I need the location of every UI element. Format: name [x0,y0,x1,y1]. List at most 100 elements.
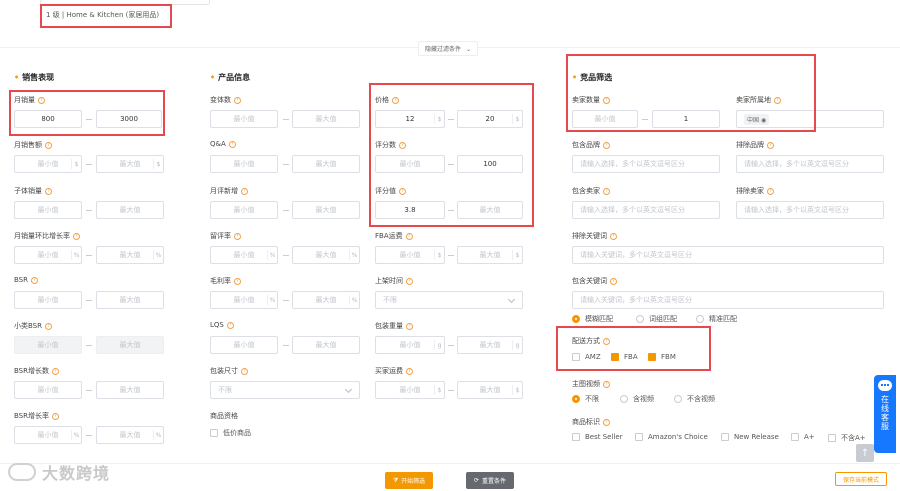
help-icon[interactable]: ? [603,418,610,426]
child-sales-max[interactable]: 最大值 [96,201,164,219]
package-weight-max[interactable]: 最大值 g [457,336,523,354]
help-icon[interactable]: ? [234,232,241,240]
help-icon[interactable]: ? [52,367,59,375]
checkbox-icon [721,433,729,441]
start-filter-button[interactable]: ⧩ 开始筛选 [385,472,433,489]
help-icon[interactable]: ? [610,277,617,285]
help-icon[interactable]: ? [405,232,413,240]
tag-best-seller[interactable]: Best Seller [572,433,623,441]
help-icon[interactable]: ? [234,96,241,104]
checkbox-icon [210,429,218,437]
buyer-shipping-max[interactable]: 最大值 $ [457,381,523,399]
package-weight-min[interactable]: 最小值 g [375,336,445,354]
sales-growth-min[interactable]: 最小值% [14,246,82,264]
variants-min[interactable]: 最小值 [210,110,278,128]
include-keywords-input[interactable]: 请输入关键词，多个以英文逗号区分 [572,291,884,309]
bsr-growth-count-max[interactable]: 最大值 [96,381,164,399]
help-icon[interactable]: ? [226,321,234,329]
low-price-checkbox[interactable]: 低价商品 [210,428,251,438]
fba-fee-min[interactable]: 最小值 $ [375,246,445,264]
label-package-weight: 包装重量? [375,321,413,331]
exclude-brand-input[interactable]: 请输入选择，多个以英文逗号区分 [736,155,884,173]
help-icon[interactable]: ? [603,380,610,388]
gross-margin-min[interactable]: 最小值% [210,291,278,309]
checkbox-icon [791,433,799,441]
chevron-down-icon [344,385,353,394]
help-icon[interactable]: ? [767,187,774,195]
match-mode-phrase[interactable]: 词组匹配 [636,314,677,324]
qa-max[interactable]: 最大值 [292,155,360,173]
radio-icon [636,315,644,323]
refresh-icon: ⟳ [473,477,479,484]
tag-amazons-choice[interactable]: Amazon's Choice [635,433,708,441]
sub-bsr-min[interactable]: 最小值 [14,336,82,354]
arrow-up-icon: ↑ [860,447,870,459]
checkbox-icon [635,433,643,441]
monthly-revenue-max[interactable]: 最大值 $ [96,155,164,173]
include-seller-input[interactable]: 请输入选择，多个以英文逗号区分 [572,201,720,219]
help-icon[interactable]: ? [406,277,413,285]
monthly-new-reviews-max[interactable]: 最大值 [292,201,360,219]
sub-bsr-max[interactable]: 最大值 [96,336,164,354]
buyer-shipping-min[interactable]: 最小值 $ [375,381,445,399]
help-icon[interactable]: ? [234,277,241,285]
bsr-min[interactable]: 最小值 [14,291,82,309]
tag-new-release[interactable]: New Release [721,433,779,441]
scroll-top-button[interactable]: ↑ [856,444,874,462]
monthly-revenue-min[interactable]: 最小值 $ [14,155,82,173]
help-icon[interactable]: ? [45,187,52,195]
help-icon[interactable]: ? [406,322,413,330]
help-icon[interactable]: ? [52,412,59,420]
help-icon[interactable]: ? [228,140,236,148]
exclude-seller-input[interactable]: 请输入选择，多个以英文逗号区分 [736,201,884,219]
hide-filters-toggle[interactable]: 隐藏过滤条件 ⌄ [418,41,478,56]
help-icon[interactable]: ? [73,232,80,240]
video-any-radio[interactable]: 不限 [572,394,599,404]
gross-margin-max[interactable]: 最大值% [292,291,360,309]
fba-fee-max[interactable]: 最大值 $ [457,246,523,264]
price-rating-highlight-box [369,83,534,227]
include-brand-input[interactable]: 请输入选择，多个以英文逗号区分 [572,155,720,173]
label-product-tags: 商品标识? [572,417,610,427]
return-rate-max[interactable]: 最大值% [292,246,360,264]
monthly-new-reviews-min[interactable]: 最小值 [210,201,278,219]
variants-max[interactable]: 最大值 [292,110,360,128]
video-without-radio[interactable]: 不含视频 [674,394,715,404]
return-rate-min[interactable]: 最小值% [210,246,278,264]
save-mode-button[interactable]: 保存当前模式 [835,472,887,486]
help-icon[interactable]: ? [45,322,52,330]
radio-icon [674,395,682,403]
match-mode-fuzzy[interactable]: 模糊匹配 [572,314,613,324]
reset-button[interactable]: ⟳ 重置条件 [466,472,514,489]
help-icon[interactable]: ? [610,232,617,240]
online-service-button[interactable]: 在线客服 [874,375,896,453]
bsr-growth-rate-min[interactable]: 最小值% [14,426,82,444]
tag-a-plus[interactable]: A+ [791,433,815,441]
range-dash [448,255,454,256]
match-mode-exact[interactable]: 精准匹配 [696,314,737,324]
range-dash [283,300,289,301]
help-icon[interactable]: ? [767,141,774,149]
bsr-growth-count-min[interactable]: 最小值 [14,381,82,399]
exclude-keywords-input[interactable]: 请输入关键词，多个以英文逗号区分 [572,246,884,264]
lqs-min[interactable]: 最小值 [210,336,278,354]
lqs-max[interactable]: 最大值 [292,336,360,354]
qa-min[interactable]: 最小值 [210,155,278,173]
tag-no-a-plus[interactable]: 不含A+ [828,433,866,443]
bsr-growth-rate-max[interactable]: 最大值% [96,426,164,444]
help-icon[interactable]: ? [31,276,38,284]
help-icon[interactable]: ? [45,141,52,149]
bsr-max[interactable]: 最大值 [96,291,164,309]
child-sales-min[interactable]: 最小值 [14,201,82,219]
help-icon[interactable]: ? [603,141,610,149]
filter-icon: ⧩ [392,476,399,484]
help-icon[interactable]: ? [241,187,248,195]
radio-icon [696,315,704,323]
video-with-radio[interactable]: 含视频 [620,394,654,404]
package-size-select[interactable]: 不限 [210,381,360,399]
help-icon[interactable]: ? [406,367,413,375]
sales-growth-max[interactable]: 最大值% [96,246,164,264]
help-icon[interactable]: ? [241,367,248,375]
help-icon[interactable]: ? [603,187,610,195]
listing-time-select[interactable]: 不限 [375,291,523,309]
